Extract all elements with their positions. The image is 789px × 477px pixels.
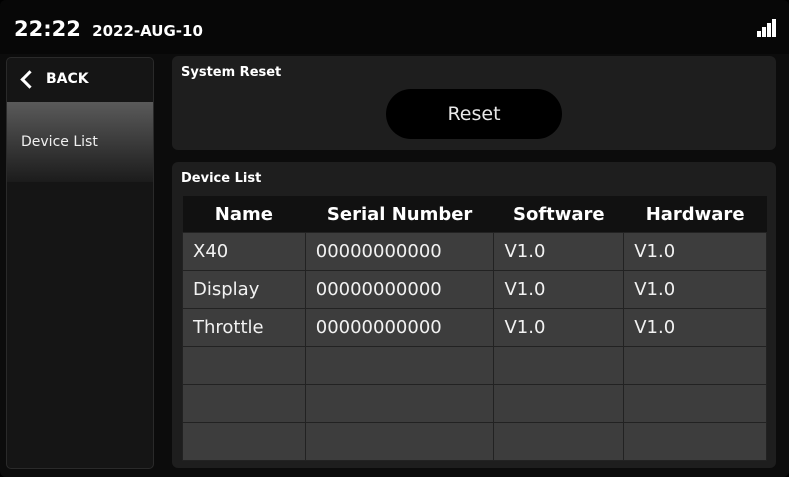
sidebar: BACK Device List bbox=[6, 57, 154, 469]
back-button[interactable]: BACK bbox=[7, 58, 153, 100]
table-row: Display 00000000000 V1.0 V1.0 bbox=[182, 270, 767, 309]
cell-software: V1.0 bbox=[493, 270, 625, 309]
cell-hardware: V1.0 bbox=[623, 232, 767, 271]
device-table: Name Serial Number Software Hardware X40… bbox=[182, 196, 767, 461]
cell-hardware bbox=[623, 346, 767, 385]
date-text: 2022-AUG-10 bbox=[92, 22, 203, 40]
table-row bbox=[182, 422, 767, 461]
column-header-hardware: Hardware bbox=[623, 196, 767, 233]
system-reset-title: System Reset bbox=[181, 65, 282, 80]
cell-software bbox=[493, 422, 625, 461]
cell-name: Throttle bbox=[182, 308, 306, 347]
cell-hardware bbox=[623, 422, 767, 461]
signal-bars-icon bbox=[757, 19, 777, 37]
cell-serial bbox=[304, 384, 495, 423]
cell-serial: 00000000000 bbox=[304, 270, 495, 309]
column-header-serial: Serial Number bbox=[305, 196, 494, 233]
table-row bbox=[182, 346, 767, 385]
screen: 22:22 2022-AUG-10 BACK Device List Syste… bbox=[0, 0, 789, 477]
status-bar: 22:22 2022-AUG-10 bbox=[0, 0, 789, 54]
sidebar-item-label: Device List bbox=[21, 134, 98, 150]
cell-name: X40 bbox=[182, 232, 306, 271]
cell-name bbox=[182, 384, 306, 423]
cell-serial bbox=[304, 422, 495, 461]
cell-hardware bbox=[623, 384, 767, 423]
cell-software bbox=[493, 384, 625, 423]
cell-name bbox=[182, 422, 306, 461]
table-header-row: Name Serial Number Software Hardware bbox=[182, 196, 767, 233]
time-text: 22:22 bbox=[14, 17, 81, 41]
back-label: BACK bbox=[46, 71, 89, 87]
sidebar-item-device-list[interactable]: Device List bbox=[7, 102, 153, 182]
reset-button[interactable]: Reset bbox=[386, 89, 562, 139]
table-row: X40 00000000000 V1.0 V1.0 bbox=[182, 232, 767, 271]
cell-serial: 00000000000 bbox=[304, 232, 495, 271]
device-list-title: Device List bbox=[181, 171, 262, 186]
clock: 22:22 2022-AUG-10 bbox=[14, 17, 203, 41]
cell-software bbox=[493, 346, 625, 385]
chevron-left-icon bbox=[20, 69, 39, 89]
system-reset-panel: System Reset Reset bbox=[172, 56, 776, 150]
column-header-name: Name bbox=[182, 196, 306, 233]
table-row: Throttle 00000000000 V1.0 V1.0 bbox=[182, 308, 767, 347]
cell-name bbox=[182, 346, 306, 385]
cell-serial: 00000000000 bbox=[304, 308, 495, 347]
cell-software: V1.0 bbox=[493, 308, 625, 347]
cell-serial bbox=[304, 346, 495, 385]
cell-name: Display bbox=[182, 270, 306, 309]
column-header-software: Software bbox=[493, 196, 624, 233]
cell-hardware: V1.0 bbox=[623, 270, 767, 309]
device-list-panel: Device List Name Serial Number Software … bbox=[172, 162, 776, 468]
table-row bbox=[182, 384, 767, 423]
cell-hardware: V1.0 bbox=[623, 308, 767, 347]
cell-software: V1.0 bbox=[493, 232, 625, 271]
